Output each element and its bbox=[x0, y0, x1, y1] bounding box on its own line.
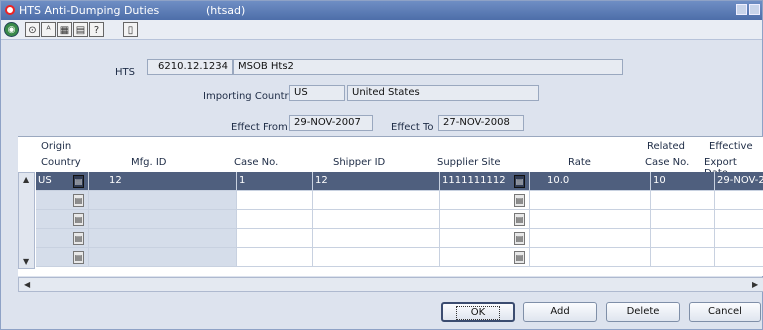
scroll-right-icon[interactable]: ▶ bbox=[752, 280, 758, 289]
scroll-up-icon[interactable]: ▲ bbox=[23, 175, 29, 184]
rate-cell[interactable] bbox=[530, 229, 651, 248]
importing-country-code-field[interactable]: US bbox=[289, 85, 345, 101]
mfg-id-lov-icon[interactable]: ▤ bbox=[73, 251, 84, 264]
horizontal-scrollbar[interactable]: ◀ ▶ bbox=[18, 277, 763, 292]
new-document-icon[interactable]: ▯ bbox=[123, 22, 138, 37]
rate-header: Rate bbox=[568, 157, 591, 168]
supplier-site-lov-icon[interactable]: ▤ bbox=[514, 213, 525, 226]
supplier-site-lov-icon[interactable]: ▤ bbox=[514, 251, 525, 264]
effect-to-label: Effect To bbox=[391, 122, 434, 133]
calendar-icon[interactable]: ▦ bbox=[57, 22, 72, 37]
shipper-id-cell[interactable] bbox=[313, 229, 440, 248]
form-code: (htsad) bbox=[206, 4, 246, 17]
mfg-id-cell[interactable] bbox=[89, 210, 237, 229]
effect-from-label: Effect From bbox=[231, 122, 288, 133]
mfg-id-cell[interactable] bbox=[89, 191, 237, 210]
hts-description-field[interactable]: MSOB Hts2 bbox=[233, 59, 623, 75]
mfg-id-header: Mfg. ID bbox=[131, 157, 167, 168]
toolbar: ◉ ⊙ ᴬ ▦ ▤ ? ▯ bbox=[1, 20, 762, 40]
effective-export-date-header: Effective bbox=[709, 141, 753, 152]
mfg-id-lov-icon[interactable]: ▤ bbox=[73, 175, 84, 188]
supplier-site-header: Supplier Site bbox=[437, 157, 501, 168]
save-icon[interactable]: ▤ bbox=[73, 22, 88, 37]
effective-export-date-cell[interactable] bbox=[715, 248, 763, 267]
spell-check-icon[interactable]: ᴬ bbox=[41, 22, 56, 37]
supplier-site-lov-icon[interactable]: ▤ bbox=[514, 232, 525, 245]
ok-button-label: OK bbox=[455, 306, 501, 320]
case-no-cell[interactable] bbox=[237, 248, 313, 267]
shipper-id-cell[interactable]: 12 bbox=[313, 172, 440, 191]
mfg-id-lov-icon[interactable]: ▤ bbox=[73, 232, 84, 245]
cancel-button[interactable]: Cancel bbox=[689, 302, 761, 322]
related-case-no-cell[interactable]: 10 bbox=[651, 172, 715, 191]
table-row[interactable]: ▤ ▤ bbox=[18, 229, 763, 248]
globe-icon[interactable]: ◉ bbox=[4, 22, 19, 37]
effect-from-field[interactable]: 29-NOV-2007 bbox=[289, 115, 373, 131]
effective-export-date-cell[interactable]: 29-NOV-2007 bbox=[715, 172, 763, 191]
mfg-id-lov-icon[interactable]: ▤ bbox=[73, 213, 84, 226]
shipper-id-cell[interactable] bbox=[313, 248, 440, 267]
related-case-no-cell[interactable] bbox=[651, 229, 715, 248]
hts-label: HTS bbox=[115, 67, 135, 78]
case-no-cell[interactable] bbox=[237, 191, 313, 210]
related-case-no-header-2: Case No. bbox=[645, 157, 690, 168]
window-title: HTS Anti-Dumping Duties bbox=[19, 4, 160, 17]
rate-cell[interactable] bbox=[530, 210, 651, 229]
maximize-button[interactable] bbox=[736, 4, 747, 15]
related-case-no-cell[interactable] bbox=[651, 248, 715, 267]
help-icon[interactable]: ? bbox=[89, 22, 104, 37]
rate-cell[interactable] bbox=[530, 191, 651, 210]
vertical-scrollbar[interactable]: ▲ ▼ bbox=[18, 172, 35, 269]
importing-country-name-field: United States bbox=[347, 85, 539, 101]
effect-to-field[interactable]: 27-NOV-2008 bbox=[438, 115, 524, 131]
ok-button[interactable]: OK bbox=[441, 302, 515, 322]
open-icon[interactable]: ⊙ bbox=[25, 22, 40, 37]
close-window-button[interactable] bbox=[749, 4, 760, 15]
table-row[interactable]: ▤ ▤ bbox=[18, 248, 763, 267]
table-row[interactable]: ▤ ▤ bbox=[18, 191, 763, 210]
shipper-id-cell[interactable] bbox=[313, 210, 440, 229]
mfg-id-cell[interactable]: 12 bbox=[89, 172, 237, 191]
table-row[interactable]: ▤ ▤ bbox=[18, 210, 763, 229]
related-case-no-cell[interactable] bbox=[651, 210, 715, 229]
mfg-id-lov-icon[interactable]: ▤ bbox=[73, 194, 84, 207]
case-no-cell[interactable]: 1 bbox=[237, 172, 313, 191]
related-case-no-header: Related bbox=[647, 141, 685, 152]
delete-button[interactable]: Delete bbox=[606, 302, 680, 322]
origin-country-header-2: Country bbox=[41, 157, 81, 168]
mfg-id-cell[interactable] bbox=[89, 229, 237, 248]
related-case-no-cell[interactable] bbox=[651, 191, 715, 210]
hts-anti-dumping-window: HTS Anti-Dumping Duties (htsad) ◉ ⊙ ᴬ ▦ … bbox=[0, 0, 763, 330]
table-row[interactable]: US 12 ▤ 1 12 1111111112 10.0 ▤ 10 29-NOV… bbox=[18, 172, 763, 191]
scroll-down-icon[interactable]: ▼ bbox=[23, 257, 29, 266]
case-no-header: Case No. bbox=[234, 157, 279, 168]
add-button[interactable]: Add bbox=[523, 302, 597, 322]
supplier-site-lov-icon[interactable]: ▤ bbox=[514, 194, 525, 207]
shipper-id-cell[interactable] bbox=[313, 191, 440, 210]
rate-cell[interactable] bbox=[530, 248, 651, 267]
case-no-cell[interactable] bbox=[237, 229, 313, 248]
effective-export-date-cell[interactable] bbox=[715, 229, 763, 248]
hts-code-field[interactable]: 6210.12.1234 bbox=[147, 59, 233, 75]
shipper-id-header: Shipper ID bbox=[333, 157, 386, 168]
case-no-cell[interactable] bbox=[237, 210, 313, 229]
supplier-site-lov-icon[interactable]: ▤ bbox=[514, 175, 525, 188]
mfg-id-cell[interactable] bbox=[89, 248, 237, 267]
oracle-app-icon bbox=[5, 5, 15, 15]
rate-cell[interactable]: 10.0 bbox=[530, 172, 651, 191]
importing-country-label: Importing Country bbox=[203, 91, 295, 102]
title-bar: HTS Anti-Dumping Duties (htsad) bbox=[1, 1, 762, 20]
effective-export-date-cell[interactable] bbox=[715, 191, 763, 210]
origin-country-header: Origin bbox=[41, 141, 72, 152]
scroll-left-icon[interactable]: ◀ bbox=[24, 280, 30, 289]
effective-export-date-cell[interactable] bbox=[715, 210, 763, 229]
